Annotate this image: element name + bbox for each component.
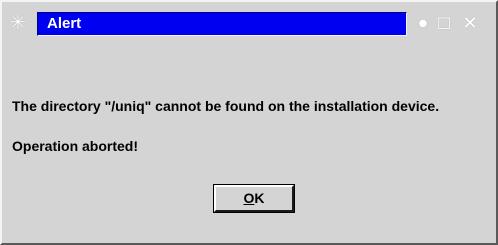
abort-message: Operation aborted! (12, 138, 139, 154)
error-message: The directory "/uniq" cannot be found on… (12, 98, 440, 114)
minimize-icon[interactable]: ● (413, 14, 433, 34)
close-icon[interactable]: ✕ (460, 14, 480, 34)
asterisk-menu-icon[interactable]: ✳ (7, 11, 29, 33)
ok-button[interactable]: OK (214, 185, 294, 212)
ok-mnemonic-label: O (243, 190, 255, 206)
ok-label-rest: K (254, 190, 265, 206)
window-title: Alert (47, 15, 82, 32)
title-bar-highlight[interactable]: Alert (37, 12, 407, 36)
alert-dialog: ✳ Alert ● ☐ ✕ The directory "/uniq" cann… (0, 0, 498, 245)
title-bar: ✳ Alert ● ☐ ✕ (2, 2, 496, 46)
maximize-icon[interactable]: ☐ (434, 14, 454, 34)
